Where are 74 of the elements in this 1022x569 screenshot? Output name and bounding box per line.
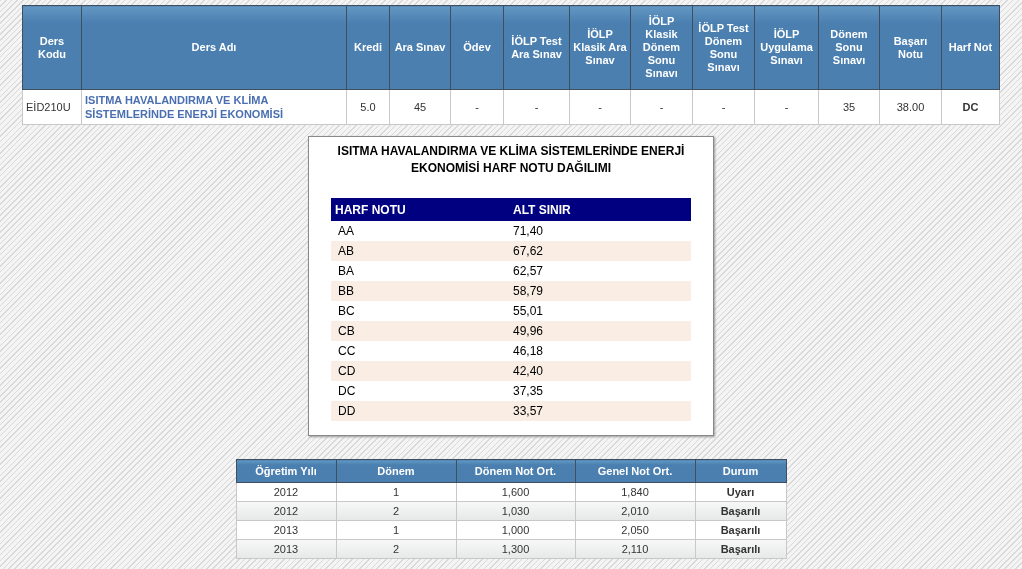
table-cell: - [503,89,570,125]
table-cell: BC [331,301,509,321]
table-cell: 2 [336,501,456,521]
table-cell: Başarılı [695,520,786,540]
column-header: Kredi [346,5,390,90]
column-header: Ödev [450,5,504,90]
table-cell: 33,57 [509,401,691,421]
column-header: Ders Kodu [22,5,82,90]
table-cell: 71,40 [509,221,691,241]
table-cell: 2012 [236,501,336,521]
table-cell: 2,050 [575,520,695,540]
table-cell: AA [331,221,509,241]
table-cell: - [450,89,504,125]
column-header: Başarı Notu [879,5,942,90]
column-header: Ara Sınav [389,5,451,90]
column-header: İÖLP Klasik Dönem Sonu Sınavı [630,5,693,90]
column-header: İÖLP Uygulama Sınavı [754,5,819,90]
table-cell: 58,79 [509,281,691,301]
table-cell: 49,96 [509,321,691,341]
table-cell: 1,030 [456,501,575,521]
column-header: Dönem Sonu Sınavı [818,5,880,90]
table-cell: CC [331,341,509,361]
table-cell: 2,110 [575,539,695,559]
table-cell: 45 [389,89,451,125]
table-cell: 1,300 [456,539,575,559]
column-header: İÖLP Test Ara Sınav [503,5,570,90]
column-header: Öğretim Yılı [236,459,336,483]
table-cell: 62,57 [509,261,691,281]
table-cell: 1,840 [575,482,695,502]
column-header: Dönem Not Ort. [456,459,575,483]
column-header: ALT SINIR [509,198,691,221]
distribution-title: ISITMA HAVALANDIRMA VE KLİMA SİSTEMLERİNDE ENERJİ EKONOMİSİ HARF NOTU DAĞILIMI [336,143,686,177]
table-cell: - [692,89,755,125]
column-header: Harf Not [941,5,1000,90]
table-cell: 38.00 [879,89,942,125]
course-link[interactable]: ISITMA HAVALANDIRMA VE KLİMA SİSTEMLERİNDE ENERJİ EKONOMİSİ [81,89,347,125]
table-cell: 2,010 [575,501,695,521]
table-cell: Başarılı [695,501,786,521]
table-cell: 42,40 [509,361,691,381]
column-header: Genel Not Ort. [575,459,695,483]
table-cell: 1 [336,482,456,502]
column-header: Dönem [336,459,456,483]
table-cell: 2013 [236,520,336,540]
table-cell: - [569,89,631,125]
column-header: HARF NOTU [331,198,509,221]
table-cell: BB [331,281,509,301]
column-header: Ders Adı [81,5,347,90]
table-cell: 37,35 [509,381,691,401]
column-header: İÖLP Test Dönem Sonu Sınavı [692,5,755,90]
table-cell: 55,01 [509,301,691,321]
table-cell: 1,600 [456,482,575,502]
table-cell: CB [331,321,509,341]
table-cell: - [630,89,693,125]
table-cell: 2012 [236,482,336,502]
table-cell: 1,000 [456,520,575,540]
table-cell: 2013 [236,539,336,559]
table-cell: 46,18 [509,341,691,361]
table-cell: 35 [818,89,880,125]
table-cell: 67,62 [509,241,691,261]
table-cell: 5.0 [346,89,390,125]
column-header: İÖLP Klasik Ara Sınav [569,5,631,90]
table-cell: EİD210U [22,89,82,125]
table-cell: Uyarı [695,482,786,502]
table-cell: 2 [336,539,456,559]
table-cell: DC [331,381,509,401]
table-cell: CD [331,361,509,381]
table-cell: Başarılı [695,539,786,559]
column-header: Durum [695,459,786,483]
table-cell: BA [331,261,509,281]
table-cell: - [754,89,819,125]
table-cell: DC [941,89,1000,125]
table-cell: AB [331,241,509,261]
table-cell: 1 [336,520,456,540]
table-cell: DD [331,401,509,421]
